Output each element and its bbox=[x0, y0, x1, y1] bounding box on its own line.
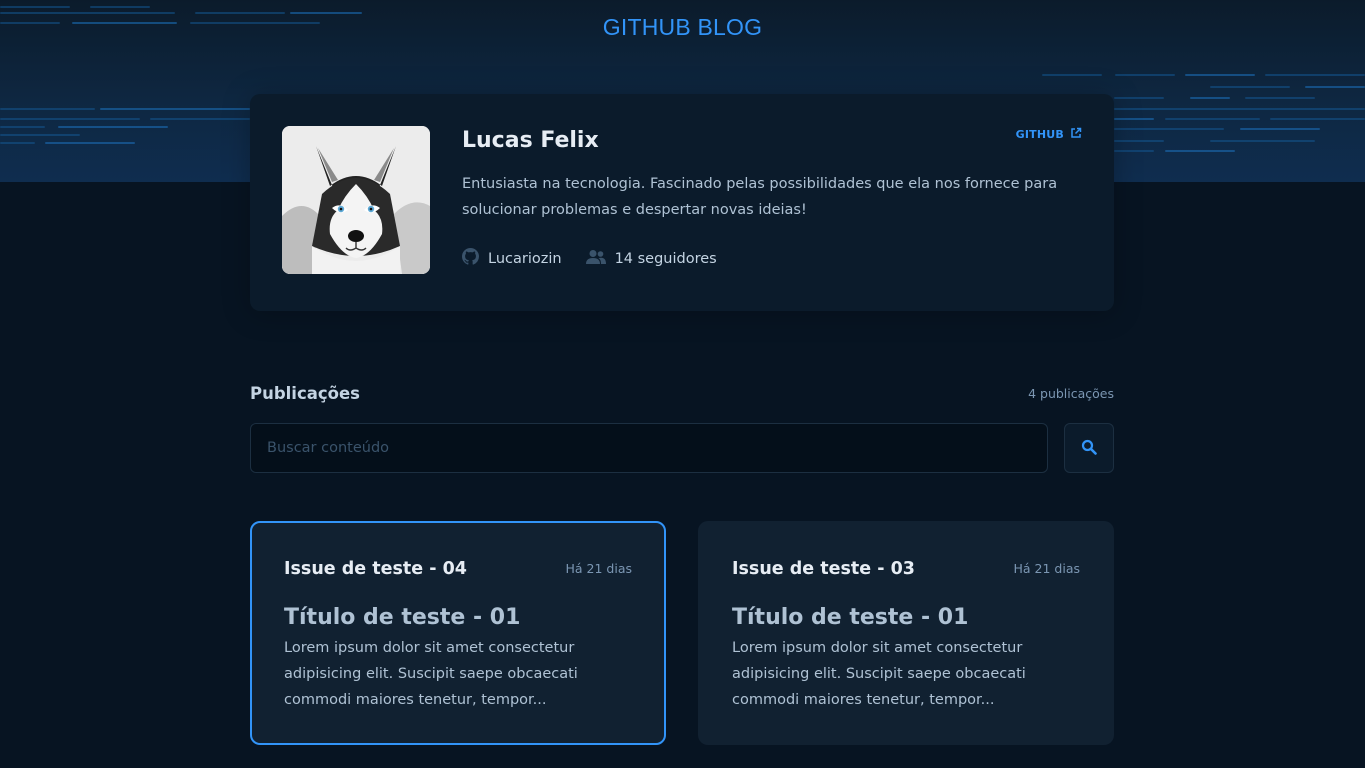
github-link-label: GITHUB bbox=[1015, 128, 1064, 141]
publications-count: 4 publicações bbox=[1028, 386, 1114, 401]
post-card[interactable]: Issue de teste - 04 Há 21 dias Título de… bbox=[250, 521, 666, 745]
search-input[interactable] bbox=[250, 423, 1048, 473]
post-title: Título de teste - 01 bbox=[732, 605, 969, 630]
post-issue: Issue de teste - 04 bbox=[284, 559, 467, 579]
post-title: Título de teste - 01 bbox=[284, 605, 521, 630]
github-icon bbox=[462, 248, 479, 269]
profile-username: Lucariozin bbox=[462, 248, 562, 269]
site-brand[interactable]: GITHUB BLOG bbox=[0, 14, 1365, 41]
profile-name: Lucas Felix bbox=[462, 128, 599, 153]
profile-card: Lucas Felix GITHUB Entusiasta na tecnolo… bbox=[250, 94, 1114, 311]
profile-meta: Lucariozin 14 seguidores bbox=[462, 248, 717, 269]
github-link[interactable]: GITHUB bbox=[1016, 127, 1082, 142]
publications-title: Publicações bbox=[250, 384, 361, 403]
post-date: Há 21 dias bbox=[565, 561, 633, 576]
users-icon bbox=[585, 249, 606, 269]
husky-avatar-image bbox=[282, 126, 430, 274]
profile-followers: 14 seguidores bbox=[585, 248, 717, 269]
post-excerpt: Lorem ipsum dolor sit amet consectetur a… bbox=[284, 640, 578, 708]
post-issue: Issue de teste - 03 bbox=[732, 559, 915, 579]
post-date: Há 21 dias bbox=[1013, 561, 1081, 576]
post-excerpt: Lorem ipsum dolor sit amet consectetur a… bbox=[732, 640, 1026, 708]
followers-text: 14 seguidores bbox=[614, 250, 717, 267]
search-button[interactable] bbox=[1064, 423, 1114, 473]
search-icon bbox=[1081, 439, 1097, 458]
external-link-icon bbox=[1070, 127, 1082, 142]
username-text: Lucariozin bbox=[488, 250, 562, 267]
profile-bio: Entusiasta na tecnologia. Fascinado pela… bbox=[462, 176, 1058, 218]
avatar bbox=[282, 126, 430, 274]
post-card[interactable]: Issue de teste - 03 Há 21 dias Título de… bbox=[698, 521, 1114, 745]
